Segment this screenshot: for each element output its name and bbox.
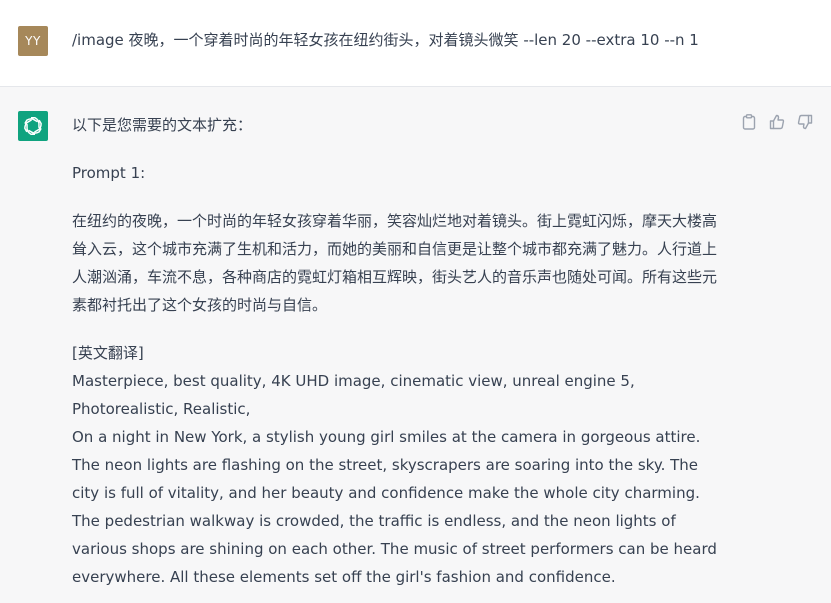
message-actions xyxy=(741,113,813,131)
assistant-message-row: 以下是您需要的文本扩充： Prompt 1: 在纽约的夜晚，一个时尚的年轻女孩穿… xyxy=(0,87,831,603)
assistant-intro: 以下是您需要的文本扩充： xyxy=(72,116,253,134)
user-avatar: YY xyxy=(18,26,48,56)
thumbs-down-icon[interactable] xyxy=(797,113,813,131)
chatgpt-logo-icon xyxy=(18,111,48,141)
user-message-row: YY /image 夜晚，一个穿着时尚的年轻女孩在纽约街头，对着镜头微笑 --l… xyxy=(0,0,831,87)
thumbs-up-icon[interactable] xyxy=(769,113,785,131)
translation-header: [英文翻译] xyxy=(72,344,144,362)
prompt-label: Prompt 1: xyxy=(72,164,146,182)
copy-icon[interactable] xyxy=(741,113,757,131)
assistant-message-content: 以下是您需要的文本扩充： Prompt 1: 在纽约的夜晚，一个时尚的年轻女孩穿… xyxy=(72,111,727,591)
user-message-text: /image 夜晚，一个穿着时尚的年轻女孩在纽约街头，对着镜头微笑 --len … xyxy=(72,31,699,49)
english-tags: Masterpiece, best quality, 4K UHD image,… xyxy=(72,372,635,418)
chinese-paragraph: 在纽约的夜晚，一个时尚的年轻女孩穿着华丽，笑容灿烂地对着镜头。街上霓虹闪烁，摩天… xyxy=(72,212,718,314)
english-paragraph: On a night in New York, a stylish young … xyxy=(72,428,717,586)
